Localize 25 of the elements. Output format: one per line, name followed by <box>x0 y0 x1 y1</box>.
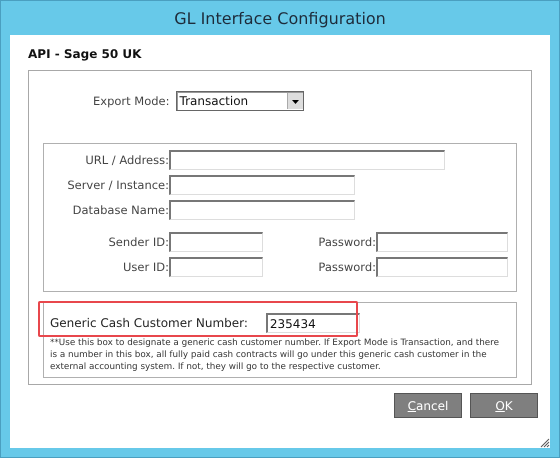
input-field[interactable] <box>169 232 263 252</box>
field-label: Password: <box>317 235 376 249</box>
caret-icon <box>286 93 303 109</box>
input-field[interactable] <box>169 175 355 195</box>
input-field[interactable] <box>169 150 445 170</box>
field-label: Database Name: <box>72 203 169 217</box>
password-field[interactable] <box>376 257 508 277</box>
section-title: API - Sage 50 UK <box>28 47 142 61</box>
help-text: **Use this box to designate a generic cash customer number. If Export Mode is Transaction, and there is a number in this box, all fully paid cash contracts will go under this generic cash customer in the external accounting system. If not, they will go to the respective customer. <box>50 337 500 373</box>
cancel-button[interactable]: Cancel <box>394 393 462 418</box>
input-field[interactable] <box>169 257 263 277</box>
export-mode-dropdown[interactable]: Transaction <box>176 91 304 111</box>
input-field[interactable] <box>169 200 355 220</box>
field-label: Export Mode: <box>93 94 170 108</box>
password-field[interactable] <box>376 232 508 252</box>
field-label: URL / Address: <box>84 153 169 167</box>
ok-button[interactable]: OK <box>470 393 538 418</box>
field-label: Generic Cash Customer Number: <box>50 316 248 330</box>
window-title: GL Interface Configuration <box>173 8 387 30</box>
field-label: Password: <box>317 260 376 274</box>
field-label: Sender ID: <box>107 235 169 249</box>
field-label: User ID: <box>122 260 169 274</box>
resize-grip-icon[interactable] <box>538 436 550 448</box>
field-label: Server / Instance: <box>66 178 169 192</box>
input-field[interactable]: 235434 <box>266 313 360 333</box>
